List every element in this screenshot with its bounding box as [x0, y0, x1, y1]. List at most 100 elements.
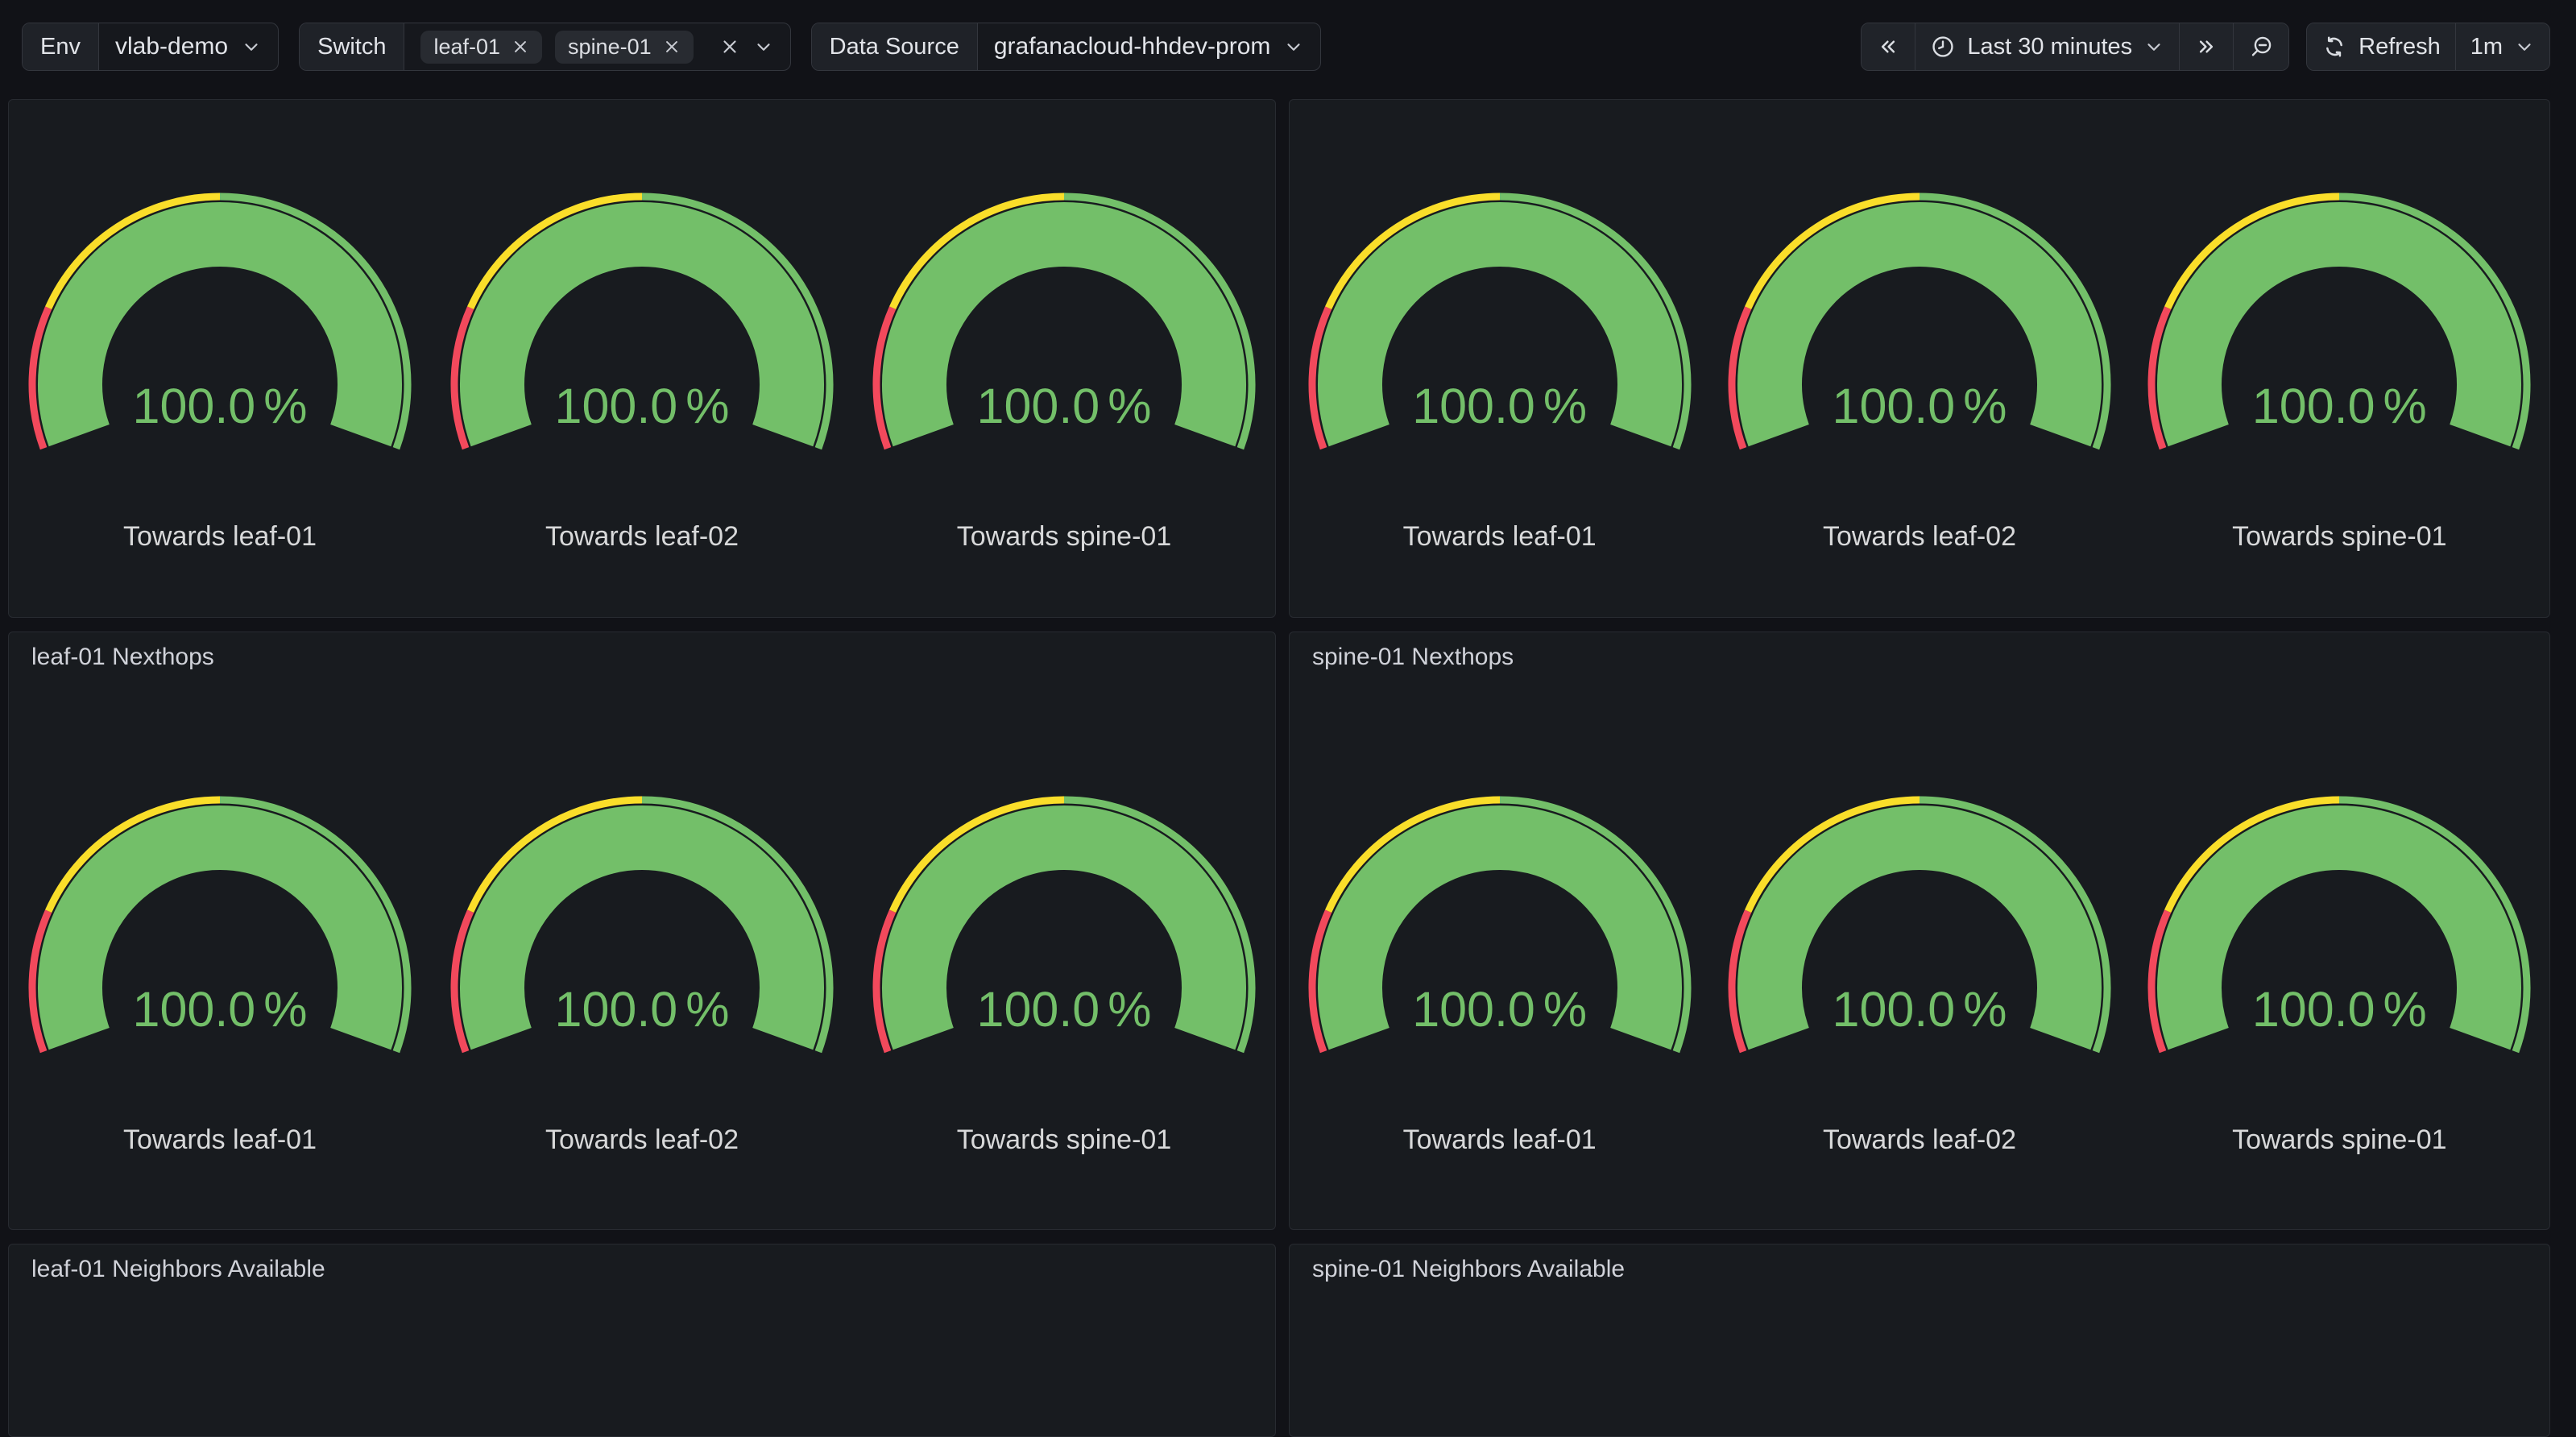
datasource-select[interactable]: grafanacloud-hhdev-prom: [978, 23, 1321, 70]
gauge-value: 100.0%: [855, 984, 1274, 1035]
gauge-cell: 100.0% Towards leaf-01: [9, 796, 431, 1182]
gauge-value: 100.0%: [1290, 984, 1709, 1035]
gauge-value: 100.0%: [1290, 380, 1709, 432]
gauge-cell: 100.0%Towards spine-01: [2130, 796, 2549, 1182]
time-shift-back-button[interactable]: [1862, 23, 1915, 70]
chevron-down-icon: [241, 36, 262, 57]
panel-spine-01-neighbors: spine-01 Neighbors Available: [1289, 1244, 2550, 1437]
refresh-button[interactable]: Refresh: [2307, 23, 2455, 70]
switch-value-text: spine-01: [568, 35, 652, 60]
refresh-interval-value: 1m: [2470, 34, 2503, 60]
gauge-unit: %: [2383, 380, 2427, 432]
gauge-cell: 100.0% Towards leaf-01: [1290, 796, 1709, 1182]
panel-uplinks-left: 100.0%Towards leaf-01100.0%Towards leaf-…: [8, 99, 1276, 618]
gauge-unit: %: [263, 984, 307, 1035]
time-zoom-out-button[interactable]: [2233, 23, 2288, 70]
gauge: 100.0% Towards leaf-01: [1290, 193, 1709, 579]
panel-title[interactable]: leaf-01 Neighbors Available: [31, 1256, 325, 1283]
rewind-icon: [1876, 35, 1900, 59]
gauge: 100.0% Towards leaf-02: [433, 193, 851, 579]
chevron-down-icon: [2143, 36, 2164, 57]
gauge-title: Towards leaf-01: [10, 1124, 429, 1156]
gauge: 100.0%Towards leaf-01: [10, 193, 429, 579]
gauge: 100.0% Towards leaf-02: [1710, 796, 2129, 1182]
gauge-cell: 100.0%Towards leaf-02: [431, 796, 853, 1182]
env-value: vlab-demo: [115, 33, 228, 60]
gauge-title: Towards leaf-02: [433, 521, 851, 553]
switch-value-pill[interactable]: leaf-01: [420, 31, 542, 64]
panel-title[interactable]: spine-01 Nexthops: [1312, 644, 1514, 671]
gauge-cell: 100.0% Towards spine-01: [853, 193, 1275, 579]
gauge-cell: 100.0% Towards leaf-02: [431, 193, 853, 579]
refresh-label: Refresh: [2359, 34, 2441, 60]
gauge-value: 100.0%: [10, 380, 429, 432]
gauge-unit: %: [1543, 984, 1587, 1035]
env-label: Env: [23, 23, 99, 70]
gauge-unit: %: [1108, 380, 1151, 432]
zoom-out-icon: [2248, 34, 2274, 60]
time-shift-forward-button[interactable]: [2179, 23, 2233, 70]
gauge-row: 100.0% Towards leaf-01 100.0% Towards leaf-…: [1290, 796, 2549, 1182]
gauge: 100.0%Towards leaf-02: [433, 796, 851, 1182]
switch-variable-control: Switch leaf-01 spine-01: [299, 23, 791, 71]
chevron-down-icon: [2514, 36, 2535, 57]
env-variable-control: Env vlab-demo: [22, 23, 279, 71]
forward-icon: [2194, 35, 2218, 59]
gauge-value: 100.0%: [2130, 380, 2549, 432]
gauge-row: 100.0%Towards leaf-01100.0%Towards leaf-…: [9, 193, 1275, 579]
gauge-unit: %: [263, 380, 307, 432]
gauge-unit: %: [685, 380, 729, 432]
gauge-cell: 100.0% Towards leaf-01: [1290, 193, 1709, 579]
timepicker-group: Last 30 minutes: [1861, 23, 2289, 71]
gauge-title: Towards spine-01: [2130, 521, 2549, 553]
remove-tag-icon[interactable]: [511, 38, 529, 56]
gauge-unit: %: [2383, 984, 2427, 1035]
switch-value-text: leaf-01: [433, 35, 500, 60]
switch-value-pill[interactable]: spine-01: [555, 31, 694, 64]
datasource-control: Data Source grafanacloud-hhdev-prom: [811, 23, 1322, 71]
chevron-down-icon[interactable]: [753, 36, 774, 57]
dashboard-controls: Env vlab-demo Switch leaf-01 spine-01 Dat…: [22, 23, 2550, 71]
gauge-title: Towards leaf-02: [1710, 1124, 2129, 1156]
gauge: 100.0% Towards leaf-01: [1290, 796, 1709, 1182]
gauge-value: 100.0%: [433, 380, 851, 432]
gauge-title: Towards leaf-01: [1290, 521, 1709, 553]
gauge-value: 100.0%: [855, 380, 1274, 432]
gauge-cell: 100.0% Towards leaf-02: [1709, 193, 2129, 579]
gauge-title: Towards leaf-02: [1710, 521, 2129, 553]
refresh-interval-select[interactable]: 1m: [2455, 23, 2549, 70]
gauge-value: 100.0%: [1710, 984, 2129, 1035]
gauge: 100.0%Towards spine-01: [2130, 796, 2549, 1182]
remove-tag-icon[interactable]: [663, 38, 681, 56]
panel-title[interactable]: spine-01 Neighbors Available: [1312, 1256, 1625, 1283]
gauge-value: 100.0%: [1710, 380, 2129, 432]
gauge-value: 100.0%: [10, 984, 429, 1035]
gauge-cell: 100.0% Towards leaf-02: [1709, 796, 2129, 1182]
gauge-value: 100.0%: [433, 984, 851, 1035]
gauge-title: Towards leaf-01: [1290, 1124, 1709, 1156]
gauge: 100.0% Towards spine-01: [855, 193, 1274, 579]
clear-selection-icon[interactable]: [719, 36, 740, 57]
clock-icon: [1930, 34, 1956, 60]
gauge: 100.0% Towards spine-01: [2130, 193, 2549, 579]
time-range-label: Last 30 minutes: [1967, 34, 2132, 60]
datasource-label: Data Source: [812, 23, 978, 70]
gauge-title: Towards spine-01: [855, 521, 1274, 553]
switch-pill-list: leaf-01 spine-01: [420, 31, 693, 64]
panel-uplinks-right: 100.0% Towards leaf-01 100.0% Towards leaf-…: [1289, 99, 2550, 618]
gauge-cell: 100.0% Towards spine-01: [853, 796, 1275, 1182]
env-select[interactable]: vlab-demo: [99, 23, 278, 70]
chevron-down-icon: [1283, 36, 1304, 57]
switch-select[interactable]: leaf-01 spine-01: [404, 23, 789, 70]
gauge-unit: %: [1543, 380, 1587, 432]
time-range-picker[interactable]: Last 30 minutes: [1915, 23, 2179, 70]
gauge: 100.0% Towards leaf-02: [1710, 193, 2129, 579]
gauge-unit: %: [1963, 984, 2007, 1035]
gauge-title: Towards spine-01: [855, 1124, 1274, 1156]
panel-leaf-01-neighbors: leaf-01 Neighbors Available: [8, 1244, 1276, 1437]
switch-label: Switch: [300, 23, 404, 70]
panel-title[interactable]: leaf-01 Nexthops: [31, 644, 214, 671]
gauge-value: 100.0%: [2130, 984, 2549, 1035]
datasource-value: grafanacloud-hhdev-prom: [994, 33, 1271, 60]
gauge-cell: 100.0% Towards spine-01: [2130, 193, 2549, 579]
